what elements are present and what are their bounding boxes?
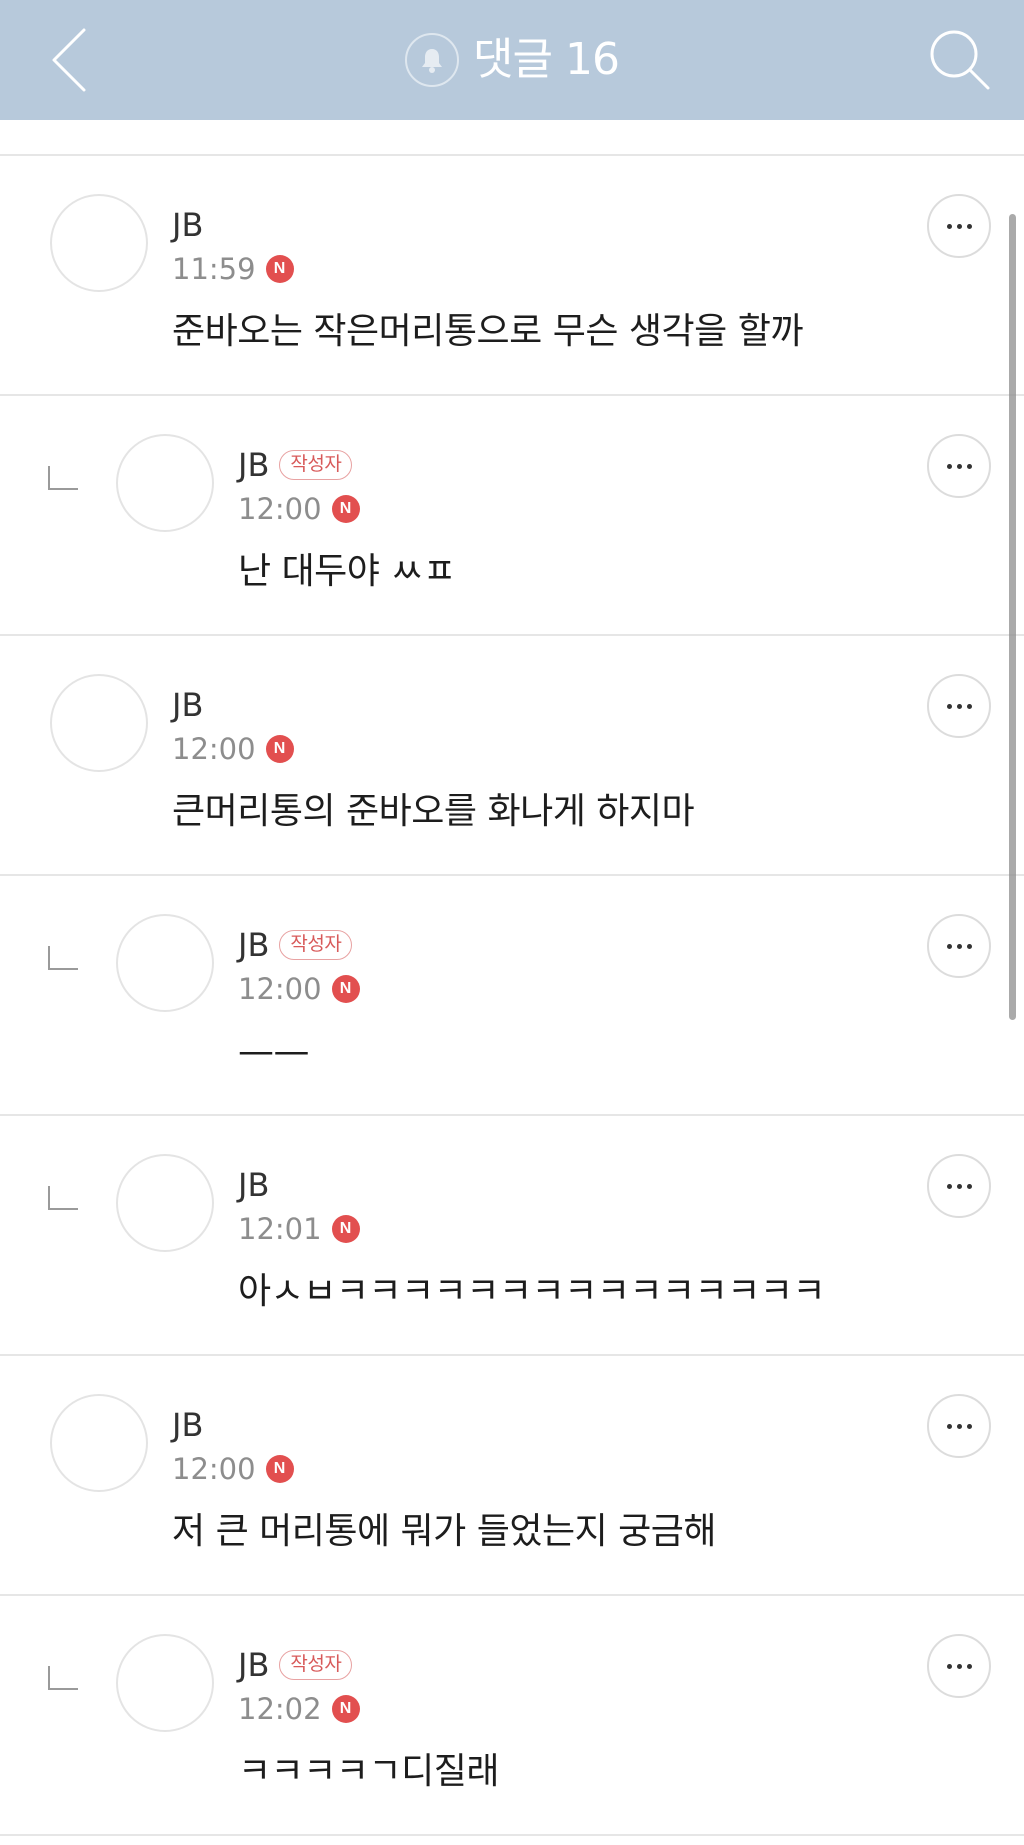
- more-options-button[interactable]: [927, 1634, 991, 1698]
- comment-time: 12:02: [238, 1691, 322, 1726]
- comment-meta: 11:59 N: [172, 250, 803, 288]
- comment-body: JB 11:59 N 준바오는 작은머리통으로 무슨 생각을 할까: [172, 206, 803, 353]
- header-center: 댓글 16: [0, 0, 1024, 120]
- comment-header: JB: [172, 1406, 716, 1444]
- comment-meta: 12:01 N: [238, 1210, 825, 1248]
- new-badge: N: [331, 1215, 360, 1243]
- avatar[interactable]: [116, 1154, 214, 1252]
- comment-author[interactable]: JB: [238, 449, 269, 481]
- list-top-divider: [0, 120, 1024, 156]
- comment-text: 난 대두야 ㅆㅍ: [238, 551, 456, 592]
- comment-header: JB: [238, 1166, 825, 1204]
- comment-author[interactable]: JB: [172, 689, 203, 721]
- comment-author[interactable]: JB: [172, 209, 203, 241]
- author-badge: 작성자: [279, 450, 353, 480]
- comment-time: 12:00: [172, 731, 256, 766]
- reply-indicator-icon: [48, 1666, 78, 1690]
- comment-item: JB 작성자 12:02 N ㅋㅋㅋㅋㄱ디질래: [0, 1596, 1024, 1836]
- comment-author[interactable]: JB: [238, 1169, 269, 1201]
- header-bar: 댓글 16: [0, 0, 1024, 120]
- reply-indicator-icon: [48, 466, 78, 490]
- comment-header: JB 작성자: [238, 926, 360, 964]
- author-badge: 작성자: [279, 1650, 353, 1680]
- comment-time: 12:00: [172, 1451, 256, 1486]
- more-options-button[interactable]: [927, 194, 991, 258]
- comment-body: JB 작성자 12:02 N ㅋㅋㅋㅋㄱ디질래: [238, 1646, 499, 1793]
- scrollbar[interactable]: [1009, 214, 1016, 1020]
- notification-bell-button[interactable]: [405, 33, 460, 87]
- reply-indicator-icon: [48, 1186, 78, 1210]
- more-icon: [946, 1663, 972, 1669]
- comment-header: JB 작성자: [238, 446, 456, 484]
- comment-header: JB: [172, 206, 803, 244]
- more-options-button[interactable]: [927, 914, 991, 978]
- comment-item: JB 11:59 N 준바오는 작은머리통으로 무슨 생각을 할까: [0, 156, 1024, 396]
- search-icon: [930, 30, 990, 90]
- comment-body: JB 작성자 12:00 N ——: [238, 926, 360, 1073]
- avatar[interactable]: [116, 434, 214, 532]
- comment-list: JB 11:59 N 준바오는 작은머리통으로 무슨 생각을 할까 JB 작성자…: [0, 156, 1024, 1836]
- avatar[interactable]: [116, 914, 214, 1012]
- comment-author[interactable]: JB: [238, 1649, 269, 1681]
- new-badge: N: [331, 495, 360, 523]
- comment-time: 11:59: [172, 251, 256, 286]
- more-icon: [946, 1183, 972, 1189]
- comment-meta: 12:00 N: [238, 970, 360, 1008]
- comment-time: 12:01: [238, 1211, 322, 1246]
- comment-item: JB 작성자 12:00 N 난 대두야 ㅆㅍ: [0, 396, 1024, 636]
- comment-text: ——: [238, 1031, 309, 1072]
- comment-time: 12:00: [238, 491, 322, 526]
- comment-meta: 12:00 N: [238, 490, 456, 528]
- comment-meta: 12:00 N: [172, 1450, 716, 1488]
- more-icon: [946, 703, 972, 709]
- comment-item: JB 12:00 N 큰머리통의 준바오를 화나게 하지마: [0, 636, 1024, 876]
- more-options-button[interactable]: [927, 434, 991, 498]
- new-badge: N: [265, 255, 294, 283]
- new-badge: N: [265, 1455, 294, 1483]
- comment-meta: 12:00 N: [172, 730, 694, 768]
- new-badge: N: [265, 735, 294, 763]
- more-options-button[interactable]: [927, 674, 991, 738]
- page-title: 댓글 16: [473, 34, 620, 85]
- comment-text: 저 큰 머리통에 뭐가 들었는지 궁금해: [172, 1511, 717, 1552]
- more-options-button[interactable]: [927, 1394, 991, 1458]
- comment-item: JB 12:00 N 저 큰 머리통에 뭐가 들었는지 궁금해: [0, 1356, 1024, 1596]
- avatar[interactable]: [50, 194, 148, 292]
- comment-body: JB 12:00 N 큰머리통의 준바오를 화나게 하지마: [172, 686, 695, 833]
- bell-icon: [422, 49, 443, 73]
- more-icon: [946, 943, 972, 949]
- more-options-button[interactable]: [927, 1154, 991, 1218]
- comment-meta: 12:02 N: [238, 1690, 499, 1728]
- author-badge: 작성자: [279, 930, 353, 960]
- comment-body: JB 12:01 N 아ㅅㅂㅋㅋㅋㅋㅋㅋㅋㅋㅋㅋㅋㅋㅋㅋㅋ: [238, 1166, 826, 1313]
- comment-header: JB 작성자: [238, 1646, 499, 1684]
- comment-item: JB 작성자 12:00 N ——: [0, 876, 1024, 1116]
- more-icon: [946, 463, 972, 469]
- reply-indicator-icon: [48, 946, 78, 970]
- new-badge: N: [331, 1695, 360, 1723]
- comment-text: 큰머리통의 준바오를 화나게 하지마: [172, 791, 695, 832]
- avatar[interactable]: [50, 674, 148, 772]
- avatar[interactable]: [50, 1394, 148, 1492]
- more-icon: [946, 1423, 972, 1429]
- more-icon: [946, 223, 972, 229]
- comment-text: 준바오는 작은머리통으로 무슨 생각을 할까: [172, 311, 803, 352]
- avatar[interactable]: [116, 1634, 214, 1732]
- comment-body: JB 작성자 12:00 N 난 대두야 ㅆㅍ: [238, 446, 456, 593]
- comment-item: JB 12:01 N 아ㅅㅂㅋㅋㅋㅋㅋㅋㅋㅋㅋㅋㅋㅋㅋㅋㅋ: [0, 1116, 1024, 1356]
- new-badge: N: [331, 975, 360, 1003]
- comment-time: 12:00: [238, 971, 322, 1006]
- comment-header: JB: [172, 686, 694, 724]
- comment-text: 아ㅅㅂㅋㅋㅋㅋㅋㅋㅋㅋㅋㅋㅋㅋㅋㅋㅋ: [238, 1271, 826, 1312]
- comment-body: JB 12:00 N 저 큰 머리통에 뭐가 들었는지 궁금해: [172, 1406, 717, 1553]
- search-button[interactable]: [924, 24, 996, 96]
- comment-author[interactable]: JB: [238, 929, 269, 961]
- comment-author[interactable]: JB: [172, 1409, 203, 1441]
- comment-text: ㅋㅋㅋㅋㄱ디질래: [238, 1751, 499, 1792]
